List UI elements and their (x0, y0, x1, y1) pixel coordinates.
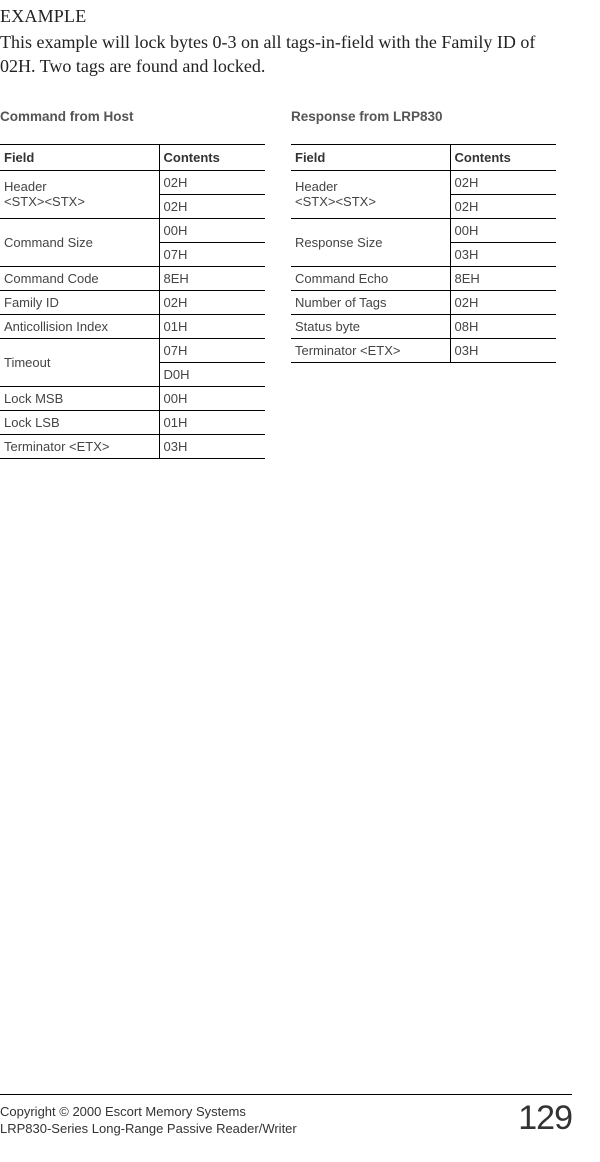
cell-field: Terminator <ETX> (0, 434, 159, 458)
command-from-host-title: Command from Host (0, 109, 265, 124)
table-row: Family ID02H (0, 290, 265, 314)
cell-field: Timeout (0, 338, 159, 386)
table-row: Lock MSB00H (0, 386, 265, 410)
table-row: Command Code8EH (0, 266, 265, 290)
page-number: 129 (518, 1099, 572, 1138)
cell-contents: 07H (159, 242, 265, 266)
table-row: Timeout07H (0, 338, 265, 362)
table-row: Command Echo8EH (291, 266, 556, 290)
cell-field: Status byte (291, 314, 450, 338)
cell-contents: 03H (450, 338, 556, 362)
cell-field: Command Echo (291, 266, 450, 290)
th-field: Field (0, 144, 159, 170)
cell-contents: 02H (450, 194, 556, 218)
cell-field: Header<STX><STX> (0, 170, 159, 218)
cell-contents: 08H (450, 314, 556, 338)
cell-field: Terminator <ETX> (291, 338, 450, 362)
th-field: Field (291, 144, 450, 170)
table-row: Anticollision Index01H (0, 314, 265, 338)
table-row: Terminator <ETX>03H (291, 338, 556, 362)
page-footer: Copyright © 2000 Escort Memory Systems L… (0, 1094, 572, 1138)
table-row: Header<STX><STX>02H (0, 170, 265, 194)
cell-contents: 8EH (450, 266, 556, 290)
cell-contents: 02H (159, 194, 265, 218)
cell-contents: 00H (159, 218, 265, 242)
two-columns: Command from Host Field Contents Header<… (0, 109, 572, 459)
table-row: Number of Tags02H (291, 290, 556, 314)
cell-field: Command Size (0, 218, 159, 266)
cell-contents: D0H (159, 362, 265, 386)
footer-rule (0, 1094, 572, 1095)
cell-field: Lock MSB (0, 386, 159, 410)
th-contents: Contents (159, 144, 265, 170)
response-from-lrp830-table: Field Contents Header<STX><STX>02H02HRes… (291, 144, 556, 363)
cell-field: Anticollision Index (0, 314, 159, 338)
cell-contents: 01H (159, 314, 265, 338)
table-row: Status byte08H (291, 314, 556, 338)
cell-contents: 07H (159, 338, 265, 362)
cell-field: Number of Tags (291, 290, 450, 314)
cell-contents: 03H (450, 242, 556, 266)
intro-paragraph: This example will lock bytes 0-3 on all … (0, 31, 560, 79)
cell-field: Command Code (0, 266, 159, 290)
th-contents: Contents (450, 144, 556, 170)
table-row: Command Size00H (0, 218, 265, 242)
footer-text: Copyright © 2000 Escort Memory Systems L… (0, 1103, 297, 1138)
table-row: Response Size00H (291, 218, 556, 242)
cell-field: Family ID (0, 290, 159, 314)
response-from-lrp830-column: Response from LRP830 Field Contents Head… (291, 109, 556, 459)
cell-field: Lock LSB (0, 410, 159, 434)
example-heading: EXAMPLE (0, 6, 572, 27)
command-from-host-table: Field Contents Header<STX><STX>02H02HCom… (0, 144, 265, 459)
cell-contents: 00H (450, 218, 556, 242)
cell-contents: 03H (159, 434, 265, 458)
table-row: Header<STX><STX>02H (291, 170, 556, 194)
response-from-lrp830-title: Response from LRP830 (291, 109, 556, 124)
cell-contents: 02H (450, 290, 556, 314)
footer-product: LRP830-Series Long-Range Passive Reader/… (0, 1120, 297, 1138)
cell-contents: 02H (159, 290, 265, 314)
footer-copyright: Copyright © 2000 Escort Memory Systems (0, 1103, 297, 1121)
cell-contents: 02H (159, 170, 265, 194)
cell-contents: 00H (159, 386, 265, 410)
cell-field: Header<STX><STX> (291, 170, 450, 218)
cell-contents: 8EH (159, 266, 265, 290)
table-row: Terminator <ETX>03H (0, 434, 265, 458)
page: EXAMPLE This example will lock bytes 0-3… (0, 0, 600, 1162)
cell-contents: 02H (450, 170, 556, 194)
command-from-host-column: Command from Host Field Contents Header<… (0, 109, 265, 459)
cell-field: Response Size (291, 218, 450, 266)
cell-contents: 01H (159, 410, 265, 434)
table-row: Lock LSB01H (0, 410, 265, 434)
